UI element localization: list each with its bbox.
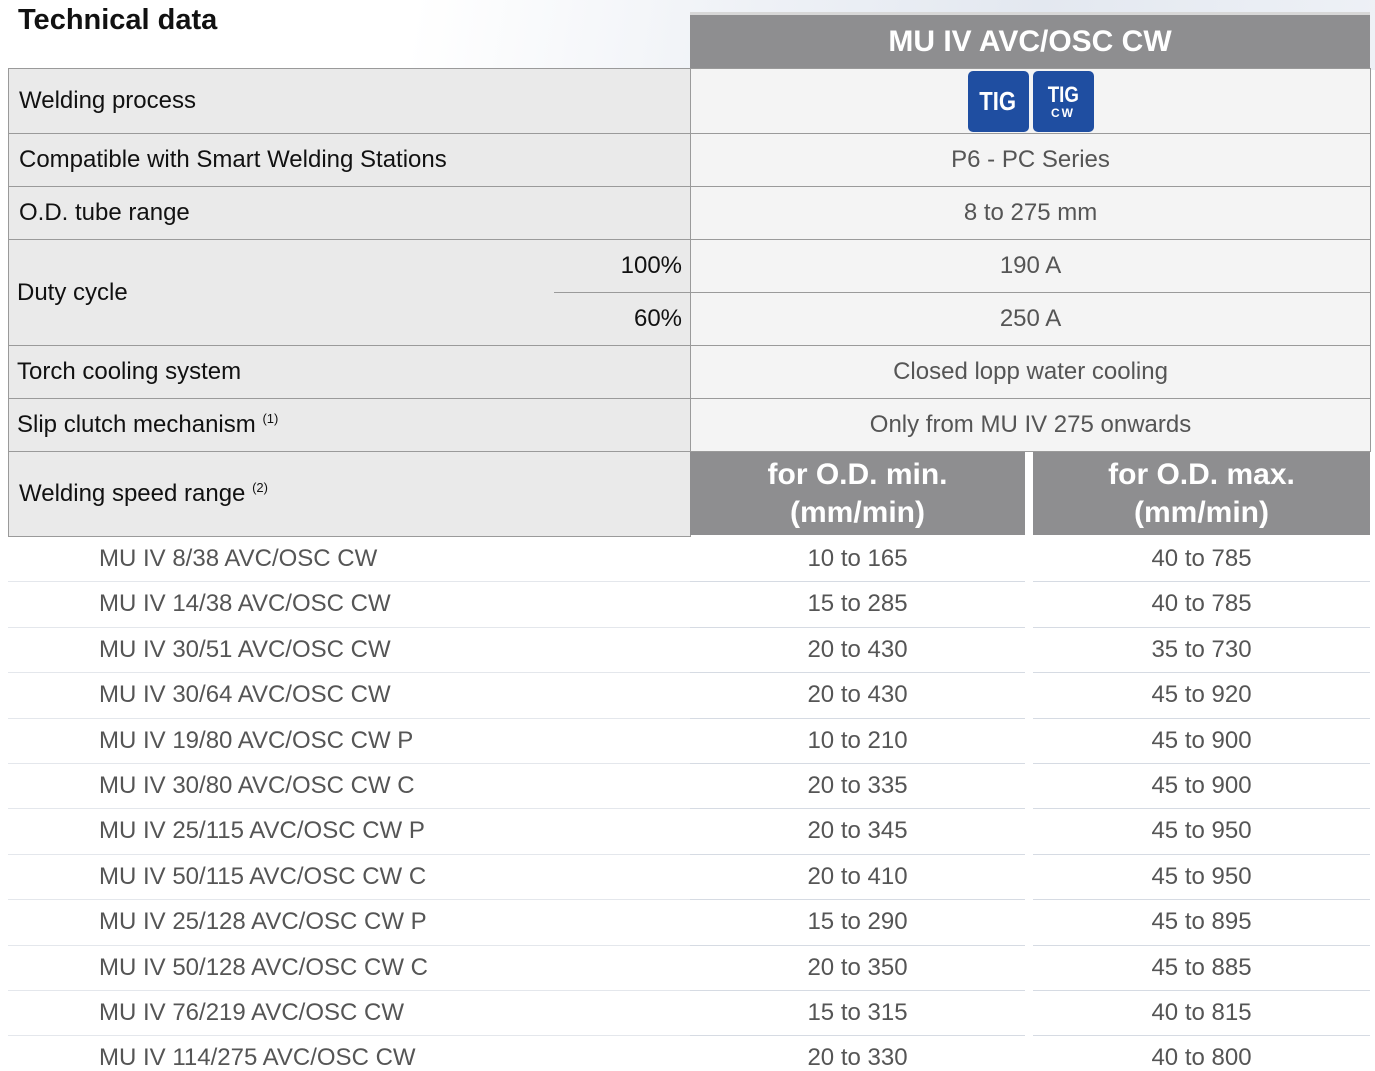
badge-text: TIG — [1047, 81, 1079, 107]
spec-label-text: Welding speed range — [19, 480, 246, 507]
table-row: MU IV 14/38 AVC/OSC CW 15 to 285 40 to 785 — [8, 582, 1370, 628]
table-row: MU IV 30/51 AVC/OSC CW 20 to 430 35 to 730 — [8, 628, 1370, 674]
spec-value: Only from MU IV 275 onwards — [690, 398, 1372, 452]
duty-percent: 100% — [553, 239, 692, 293]
speed-max-value: 40 to 815 — [1151, 998, 1252, 1026]
model-name: MU IV 50/128 AVC/OSC CW C — [99, 953, 428, 981]
model-name: MU IV 30/51 AVC/OSC CW — [99, 635, 391, 663]
speed-min-value: 15 to 290 — [807, 908, 908, 936]
speed-min-value: 10 to 210 — [807, 726, 908, 754]
speed-min-value: 15 to 285 — [807, 590, 908, 618]
product-header: MU IV AVC/OSC CW — [690, 12, 1370, 69]
speed-min-value: 20 to 410 — [807, 862, 908, 890]
spec-row-welding-process: Welding process TIG TIG CW — [7, 68, 1372, 134]
speed-max-value: 45 to 950 — [1151, 862, 1252, 890]
speed-header-unit: (mm/min) — [1134, 495, 1269, 529]
speed-header-unit: (mm/min) — [790, 495, 925, 529]
model-name: MU IV 76/219 AVC/OSC CW — [99, 998, 404, 1026]
speed-min-value: 20 to 430 — [807, 635, 908, 663]
spec-label: O.D. tube range — [7, 186, 692, 240]
model-speed-list: MU IV 8/38 AVC/OSC CW 10 to 165 40 to 785 M… — [8, 537, 1370, 1071]
spec-value: 250 A — [690, 292, 1372, 346]
speed-min-value: 15 to 315 — [807, 998, 908, 1026]
model-name: MU IV 30/80 AVC/OSC CW C — [99, 771, 415, 799]
table-row: MU IV 76/219 AVC/OSC CW 15 to 315 40 to 81… — [8, 991, 1370, 1037]
process-badges: TIG TIG CW — [691, 70, 1370, 132]
speed-max-value: 45 to 900 — [1151, 726, 1252, 754]
column-gap — [1025, 452, 1033, 535]
tig-cw-badge-icon: TIG CW — [1032, 70, 1094, 132]
spec-label: Welding process — [7, 68, 692, 134]
model-name: MU IV 25/128 AVC/OSC CW P — [99, 908, 427, 936]
duty-percent: 60% — [553, 292, 692, 346]
speed-min-value: 10 to 165 — [807, 545, 908, 572]
spec-row-duty-cycle-100: Duty cycle 100% 190 A — [8, 239, 1372, 346]
page-title: Technical data — [18, 4, 218, 36]
speed-max-value: 40 to 785 — [1151, 545, 1252, 572]
spec-label: Compatible with Smart Welding Stations — [7, 133, 692, 187]
speed-max-value: 45 to 920 — [1151, 681, 1252, 709]
spec-label-text: Slip clutch mechanism — [17, 411, 256, 438]
table-row: MU IV 25/128 AVC/OSC CW P 15 to 290 45 to … — [8, 900, 1370, 946]
table-row: MU IV 50/128 AVC/OSC CW C 20 to 350 45 to … — [8, 946, 1370, 991]
table-row: MU IV 19/80 AVC/OSC CW P 10 to 210 45 to 9… — [8, 719, 1370, 764]
speed-max-value: 35 to 730 — [1151, 635, 1252, 663]
model-name: MU IV 8/38 AVC/OSC CW — [99, 545, 378, 572]
model-name: MU IV 50/115 AVC/OSC CW C — [99, 862, 427, 890]
speed-max-value: 40 to 800 — [1151, 1044, 1252, 1071]
footnote-marker: (1) — [262, 411, 279, 426]
speed-max-value: 45 to 895 — [1151, 908, 1252, 936]
tig-badge-icon: TIG — [967, 70, 1029, 132]
table-row: MU IV 30/64 AVC/OSC CW 20 to 430 45 to 920 — [8, 673, 1370, 719]
spec-label: Torch cooling system — [7, 345, 692, 399]
speed-min-value: 20 to 345 — [807, 817, 908, 845]
model-name: MU IV 25/115 AVC/OSC CW P — [99, 817, 425, 845]
speed-min-value: 20 to 430 — [807, 681, 908, 709]
model-name: MU IV 30/64 AVC/OSC CW — [99, 681, 391, 709]
spec-row-slip-clutch: Slip clutch mechanism (1) Only from MU I… — [7, 398, 1372, 452]
badge-text: TIG — [979, 86, 1017, 116]
badge-subtext: CW — [1051, 105, 1076, 120]
speed-header-max: for O.D. max. (mm/min) — [1033, 452, 1370, 535]
spec-label: Welding speed range (2) — [7, 451, 692, 537]
speed-header-line: for O.D. min. — [767, 457, 948, 491]
model-name: MU IV 14/38 AVC/OSC CW — [99, 590, 391, 618]
spec-value: 190 A — [690, 239, 1372, 293]
table-row: MU IV 114/275 AVC/OSC CW 20 to 330 40 to 8… — [8, 1036, 1370, 1071]
speed-min-value: 20 to 330 — [807, 1044, 908, 1071]
speed-min-value: 20 to 335 — [807, 771, 908, 799]
table-row: MU IV 30/80 AVC/OSC CW C 20 to 335 45 to 9… — [8, 764, 1370, 810]
speed-max-value: 40 to 785 — [1151, 590, 1252, 618]
speed-max-value: 45 to 885 — [1151, 953, 1252, 981]
speed-header-line: for O.D. max. — [1108, 457, 1295, 491]
spec-row-od-range: O.D. tube range 8 to 275 mm — [7, 186, 1372, 240]
model-name: MU IV 19/80 AVC/OSC CW P — [99, 726, 414, 754]
spec-label: Duty cycle — [8, 239, 554, 346]
model-name: MU IV 114/275 AVC/OSC CW — [99, 1044, 416, 1071]
spec-label: Slip clutch mechanism (1) — [7, 398, 692, 452]
spec-row-stations: Compatible with Smart Welding Stations P… — [7, 133, 1372, 187]
spec-value: 8 to 275 mm — [690, 186, 1372, 240]
speed-header-min: for O.D. min. (mm/min) — [690, 452, 1025, 535]
speed-max-value: 45 to 950 — [1151, 817, 1252, 845]
table-row: MU IV 8/38 AVC/OSC CW 10 to 165 40 to 785 — [8, 537, 1370, 583]
speed-max-value: 45 to 900 — [1151, 771, 1252, 799]
spec-row-cooling: Torch cooling system Closed lopp water c… — [7, 345, 1372, 399]
spec-value: P6 - PC Series — [690, 133, 1372, 187]
table-row: MU IV 50/115 AVC/OSC CW C 20 to 410 45 to … — [8, 855, 1370, 901]
spec-value: Closed lopp water cooling — [690, 345, 1372, 399]
table-row: MU IV 25/115 AVC/OSC CW P 20 to 345 45 to … — [8, 809, 1370, 855]
spec-value: TIG TIG CW — [690, 68, 1372, 134]
footnote-marker: (2) — [252, 480, 268, 495]
speed-min-value: 20 to 350 — [807, 953, 908, 981]
